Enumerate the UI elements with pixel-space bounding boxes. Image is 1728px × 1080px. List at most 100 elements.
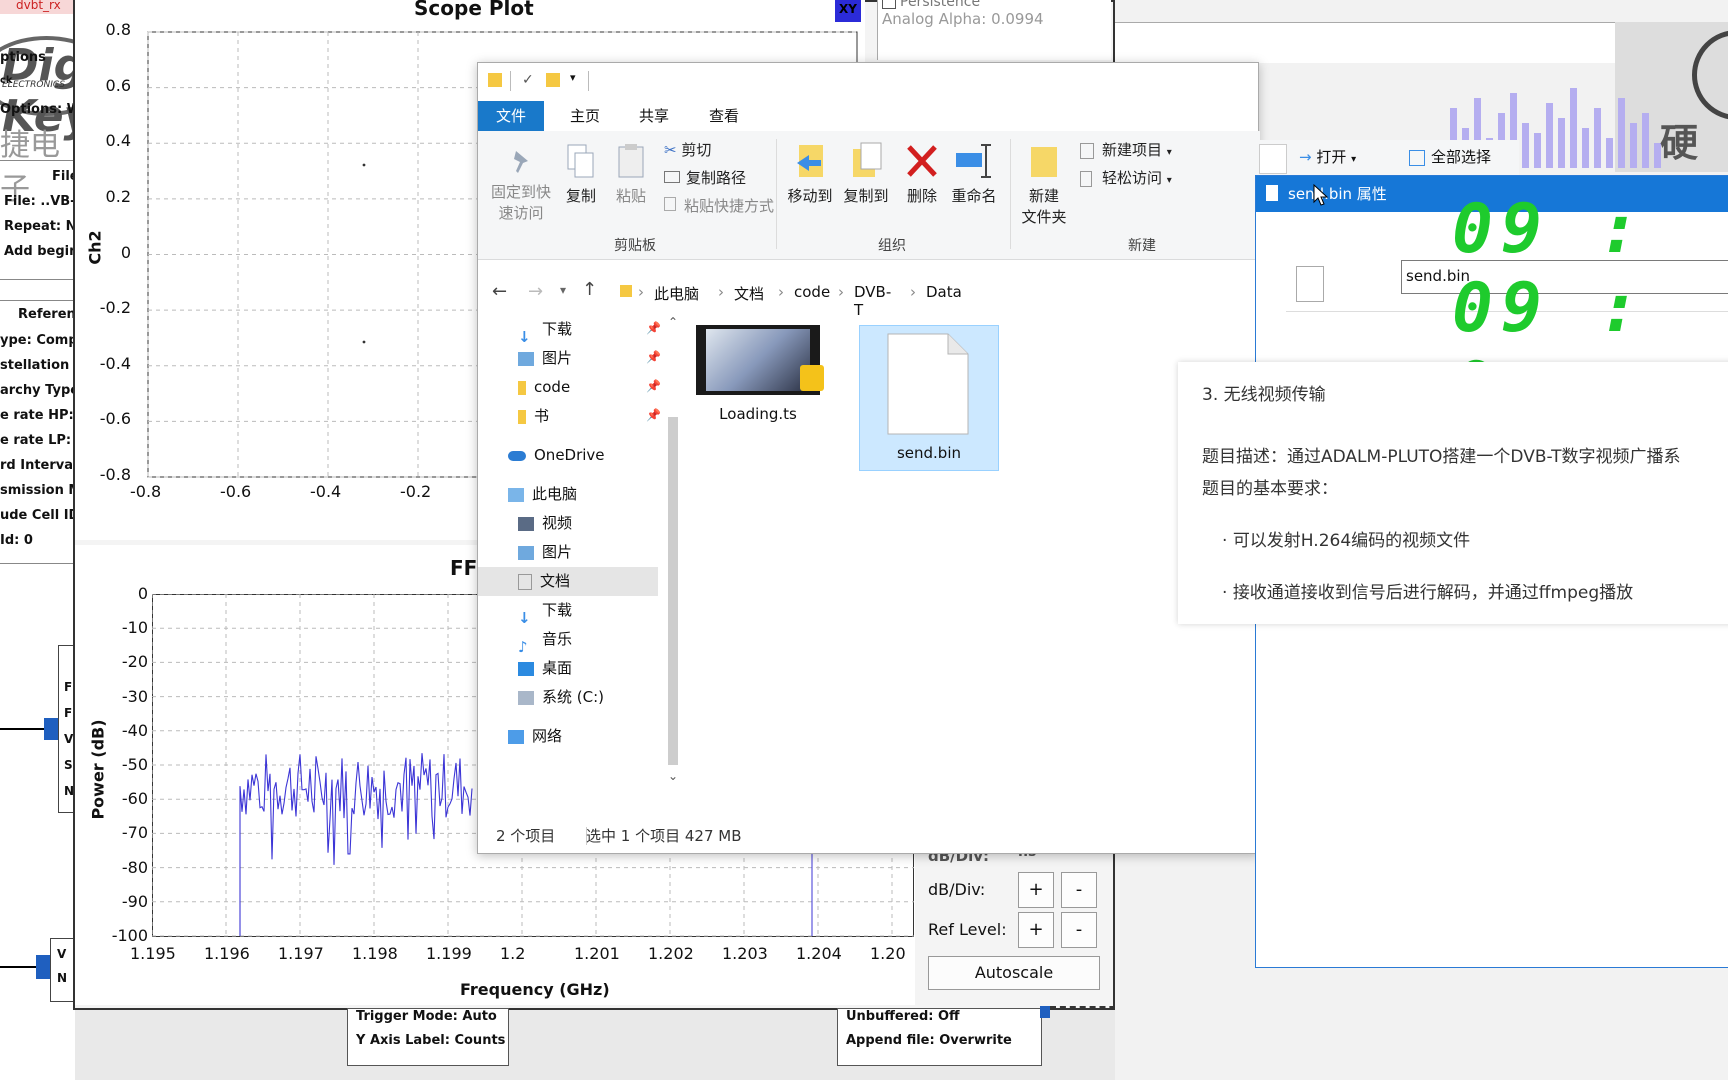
fft-x-tick: 1.197 <box>278 944 324 963</box>
analog-alpha-label: Analog Alpha: 0.0994 <box>882 10 1044 28</box>
grc-block-histogram[interactable]: Trigger Mode: Auto Y Axis Label: Counts <box>347 1008 509 1066</box>
mouse-cursor-icon <box>1313 184 1329 206</box>
cut-button[interactable]: ✂ 剪切 <box>664 139 711 160</box>
properties-check-icon[interactable]: ✓ <box>522 72 534 88</box>
scope-x-tick: -0.6 <box>220 482 252 501</box>
copy-button[interactable]: 复制 <box>558 143 604 206</box>
up-arrow-icon[interactable]: ↑ <box>582 279 597 300</box>
video-icon <box>518 516 534 531</box>
easy-access-button[interactable]: 轻松访问 ▾ <box>1080 167 1172 188</box>
paste-button[interactable]: 粘贴 <box>608 143 654 206</box>
move-to-button[interactable]: 移动到 <box>784 141 836 206</box>
new-folder-label: 新建 文件夹 <box>1021 187 1067 226</box>
nav-item-pictures[interactable]: 图片 <box>518 344 572 372</box>
nav-item-downloads-pc[interactable]: ↓ 下载 <box>518 596 572 627</box>
autoscale-button[interactable]: Autoscale <box>928 956 1100 990</box>
nav-item-documents[interactable]: 文档 <box>518 567 570 595</box>
nav-label: 文档 <box>540 572 571 590</box>
properties-check-icon[interactable] <box>1259 144 1287 174</box>
nav-item-this-pc[interactable]: 此电脑 <box>508 480 577 508</box>
pin-icon[interactable]: 📌 <box>646 379 661 393</box>
tab-file[interactable]: 文件 <box>478 101 544 131</box>
grc-block-b[interactable]: V N <box>50 938 75 1002</box>
nav-item-code[interactable]: code <box>518 373 570 401</box>
scope-y-tick: 0.4 <box>105 131 131 151</box>
trigger-mode-label: Trigger Mode: Auto <box>356 1009 497 1024</box>
breadcrumb-this-pc[interactable]: 此电脑 <box>654 283 699 304</box>
delete-icon <box>907 145 937 177</box>
breadcrumb-data[interactable]: Data <box>926 283 962 301</box>
breadcrumb-separator: › <box>910 283 916 301</box>
fft-x-tick: 1.196 <box>204 944 250 963</box>
persistence-checkbox-box[interactable] <box>882 0 896 9</box>
delete-button[interactable]: 删除 <box>902 141 942 206</box>
tab-home[interactable]: 主页 <box>556 101 614 131</box>
task-heading: 3. 无线视频传输 <box>1202 385 1326 405</box>
scrollbar-thumb[interactable] <box>668 417 678 765</box>
pictures-icon <box>518 351 534 366</box>
scope-x-tick: -0.4 <box>310 482 342 501</box>
file-item-loading-ts[interactable]: Loading.ts <box>692 319 832 469</box>
flow-port[interactable] <box>36 955 50 979</box>
tab-share[interactable]: 共享 <box>625 101 683 131</box>
tab-view[interactable]: 查看 <box>695 101 753 131</box>
watermark-bar <box>1594 108 1601 168</box>
folder-icon[interactable] <box>488 73 502 87</box>
scope-y-tick: 0.8 <box>105 20 131 39</box>
select-all-button[interactable]: 全部选择 <box>1409 146 1491 167</box>
file-item-send-bin[interactable]: send.bin <box>859 325 999 471</box>
ribbon-divider <box>776 139 777 249</box>
copy-to-button[interactable]: 复制到 <box>840 141 892 206</box>
back-arrow-icon[interactable]: ← <box>492 281 507 302</box>
new-folder-button[interactable]: 新建 文件夹 <box>1018 141 1070 227</box>
grc-reference-block[interactable]: Referen ype: Compl stellation T archy Ty… <box>0 300 85 564</box>
nav-item-desktop[interactable]: 桌面 <box>518 654 572 682</box>
nav-scrollbar[interactable]: ⌃ ⌄ <box>664 315 682 815</box>
grc-file-block[interactable]: File File: ..VB-T Repeat: N Add begin <box>0 160 83 280</box>
nav-item-books[interactable]: 书 <box>518 402 549 430</box>
copy-path-button[interactable]: 复制路径 <box>664 167 746 188</box>
paste-shortcut-button[interactable]: 粘贴快捷方式 <box>664 195 774 216</box>
ref-level-plus-button[interactable]: + <box>1018 912 1054 948</box>
rename-button[interactable]: 重命名 <box>946 141 1002 206</box>
scroll-down-icon[interactable]: ⌄ <box>668 769 678 783</box>
forward-arrow-icon[interactable]: → <box>528 281 543 302</box>
watermark-bar <box>1642 113 1649 168</box>
pin-quick-access-button[interactable]: 固定到快 速访问 <box>488 147 554 223</box>
append-file-label: Append file: Overwrite <box>846 1033 1012 1048</box>
watermark-bar <box>1618 98 1625 168</box>
new-folder-icon[interactable] <box>546 73 560 87</box>
pin-icon[interactable]: 📌 <box>646 350 661 364</box>
nav-item-pictures-pc[interactable]: 图片 <box>518 538 572 566</box>
grc-top-tab[interactable]: dvbt_rx <box>0 0 75 14</box>
db-div-plus-button[interactable]: + <box>1018 872 1054 908</box>
task-bullet-text: 可以发射H.264编码的视频文件 <box>1232 531 1471 551</box>
grc-ref-line: e rate LP: 1 <box>0 433 85 448</box>
nav-item-network[interactable]: 网络 <box>508 722 562 750</box>
pin-icon[interactable]: 📌 <box>646 321 661 335</box>
nav-item-music[interactable]: ♪ 音乐 <box>518 625 572 656</box>
breadcrumb-dvbt[interactable]: DVB-T <box>854 283 891 319</box>
flow-port[interactable] <box>44 718 58 740</box>
chevron-down-icon[interactable]: ▾ <box>570 71 576 84</box>
chevron-down-icon: ▾ <box>1166 147 1172 158</box>
nav-item-drive-c[interactable]: 系统 (C:) <box>518 683 604 711</box>
grc-ref-line: e rate HP: <box>0 408 74 423</box>
nav-item-downloads[interactable]: ↓ 下载 <box>518 315 572 346</box>
grc-ref-line: stellation T <box>0 358 83 373</box>
grc-block-file-sink[interactable]: Unbuffered: Off Append file: Overwrite <box>837 1008 1042 1066</box>
ref-level-minus-button[interactable]: - <box>1061 912 1097 948</box>
breadcrumb-code[interactable]: code <box>794 283 830 301</box>
open-button[interactable]: → 打开 ▾ <box>1299 146 1356 167</box>
breadcrumb-documents[interactable]: 文档 <box>734 283 764 304</box>
address-bar: ← → ▾ ↑ › 此电脑 › 文档 › code › DVB-T › Data <box>478 271 1260 319</box>
recent-locations-icon[interactable]: ▾ <box>560 283 566 297</box>
flow-port[interactable] <box>1040 1006 1050 1018</box>
nav-item-videos[interactable]: 视频 <box>518 509 572 537</box>
pin-icon[interactable]: 📌 <box>646 408 661 422</box>
nav-item-onedrive[interactable]: OneDrive <box>508 441 605 469</box>
db-div-minus-button[interactable]: - <box>1061 872 1097 908</box>
scroll-up-icon[interactable]: ⌃ <box>668 315 678 329</box>
new-item-button[interactable]: 新建项目 ▾ <box>1080 139 1172 160</box>
persistence-checkbox[interactable]: Persistence <box>882 0 980 10</box>
